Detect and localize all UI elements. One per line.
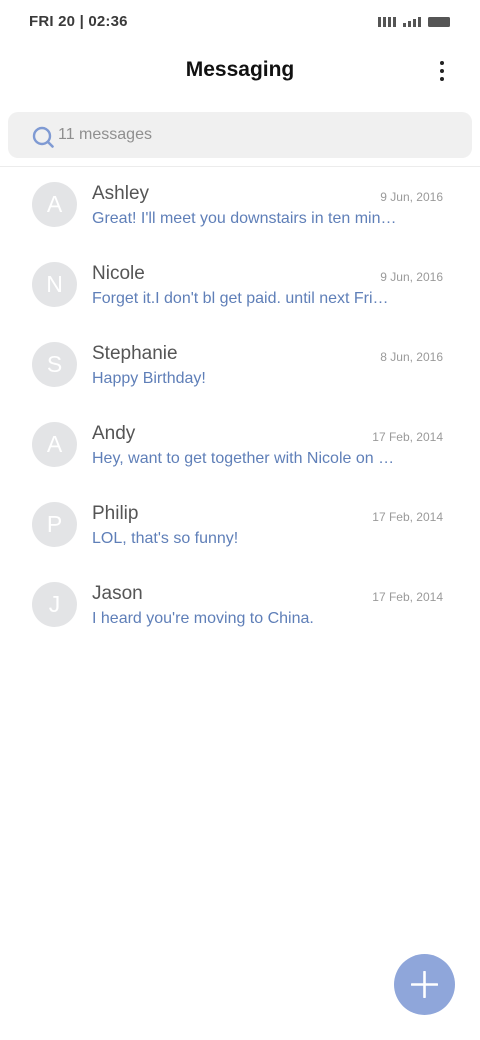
- app-header: Messaging: [0, 44, 480, 100]
- message-date: 17 Feb, 2014: [372, 430, 443, 444]
- new-message-button[interactable]: [394, 954, 455, 1015]
- plus-icon: [411, 971, 438, 998]
- more-options-button[interactable]: [430, 56, 454, 86]
- contact-name: Andy: [92, 423, 136, 444]
- status-time: FRI 20 | 02:36: [29, 13, 128, 30]
- conversation-item[interactable]: A Ashley 9 Jun, 2016 Great! I'll meet yo…: [0, 165, 480, 245]
- contact-name: Ashley: [92, 183, 150, 204]
- search-input[interactable]: 11 messages: [8, 112, 472, 158]
- avatar: A: [32, 182, 77, 227]
- conversation-item[interactable]: P Philip 17 Feb, 2014 LOL, that's so fun…: [0, 485, 480, 565]
- page-title: Messaging: [185, 58, 295, 81]
- conversation-item[interactable]: N Nicole 9 Jun, 2016 Forget it.I don't b…: [0, 245, 480, 325]
- conversation-item[interactable]: J Jason 17 Feb, 2014 I heard you're movi…: [0, 565, 480, 645]
- signal-bars-icon: [378, 16, 396, 27]
- message-date: 17 Feb, 2014: [372, 510, 443, 524]
- conversation-item[interactable]: A Andy 17 Feb, 2014 Hey, want to get tog…: [0, 405, 480, 485]
- conversation-item[interactable]: S Stephanie 8 Jun, 2016 Happy Birthday!: [0, 325, 480, 405]
- message-date: 9 Jun, 2016: [380, 270, 443, 284]
- message-preview: Happy Birthday!: [92, 370, 206, 387]
- search-placeholder: 11 messages: [58, 126, 152, 143]
- status-icons: [378, 15, 450, 27]
- more-vertical-icon-dot: [440, 77, 444, 81]
- message-preview: Forget it.I don't bl get paid. until nex…: [92, 290, 397, 307]
- more-vertical-icon: [440, 61, 444, 65]
- message-date: 9 Jun, 2016: [380, 190, 443, 204]
- avatar: J: [32, 582, 77, 627]
- avatar: P: [32, 502, 77, 547]
- message-preview: Great! I'll meet you downstairs in ten m…: [92, 210, 397, 227]
- avatar: N: [32, 262, 77, 307]
- message-preview: Hey, want to get together with Nicole on…: [92, 450, 397, 467]
- battery-icon: [428, 17, 450, 27]
- avatar: S: [32, 342, 77, 387]
- avatar: A: [32, 422, 77, 467]
- contact-name: Nicole: [92, 263, 145, 284]
- status-bar: FRI 20 | 02:36: [0, 0, 480, 44]
- message-preview: LOL, that's so funny!: [92, 530, 239, 547]
- message-preview: I heard you're moving to China.: [92, 610, 314, 627]
- contact-name: Stephanie: [92, 343, 178, 364]
- search-icon: [32, 126, 54, 148]
- message-date: 17 Feb, 2014: [372, 590, 443, 604]
- wifi-signal-icon: [403, 16, 421, 27]
- conversation-list: A Ashley 9 Jun, 2016 Great! I'll meet yo…: [0, 165, 480, 645]
- more-vertical-icon-dot: [440, 69, 444, 73]
- contact-name: Philip: [92, 503, 139, 524]
- contact-name: Jason: [92, 583, 143, 604]
- message-date: 8 Jun, 2016: [380, 350, 443, 364]
